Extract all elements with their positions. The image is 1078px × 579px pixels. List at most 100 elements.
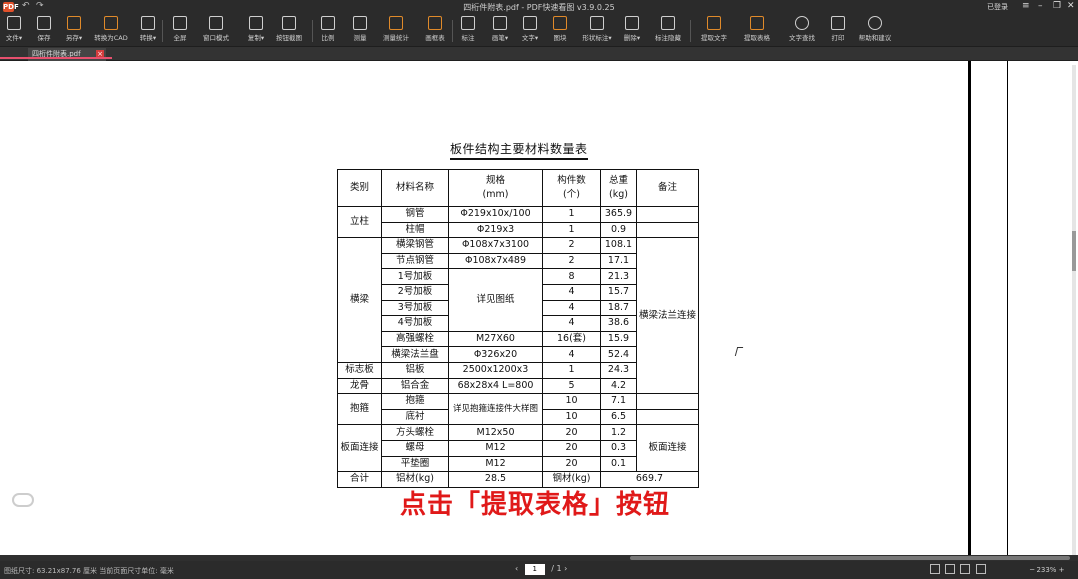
toolbar-separator (162, 20, 163, 42)
tool-eraser-button[interactable]: 删除▾ (614, 16, 650, 47)
zoom-control[interactable]: ─ 233% + (1030, 566, 1065, 574)
remark-cell (636, 206, 699, 223)
tool-label: 标注隐藏 (655, 34, 681, 42)
vertical-scrollbar[interactable] (1072, 65, 1076, 555)
tool-annotate-button[interactable]: 标注 (450, 16, 486, 47)
active-tab-indicator (0, 57, 112, 59)
watermark-text: 大数跨境 (38, 490, 106, 510)
weight-cell: 7.1 (600, 393, 637, 410)
minimize-icon[interactable]: – (1038, 1, 1043, 11)
document-tab[interactable]: 四桁件附表.pdf × (28, 48, 106, 61)
fit-page-icon[interactable] (945, 564, 956, 574)
app-window: PDF ↶ ↷ 四桁件附表.pdf - PDF快速看图 v3.9.0.25 已登… (0, 0, 1078, 579)
tool-ruler-button[interactable]: 比例 (310, 16, 346, 47)
tool-hide-annotation-button[interactable]: 标注隐藏 (650, 16, 686, 47)
next-page-icon[interactable]: › (564, 564, 567, 573)
tool-extract-text-button[interactable]: 提取文字 (696, 16, 732, 47)
tool-label: 窗口模式 (203, 34, 229, 42)
tool-measure-stats-button[interactable]: 测量统计 (378, 16, 414, 47)
category-cell: 标志板 (337, 361, 382, 379)
menu-icon[interactable]: ≡ (1022, 1, 1030, 11)
material-name-cell: 1号加板 (381, 268, 449, 285)
category-cell: 横梁 (337, 237, 382, 363)
document-title: 板件结构主要材料数量表 (450, 140, 588, 160)
tool-label: 文字查找 (789, 34, 815, 42)
header-remark: 备注 (636, 169, 699, 207)
tool-extract-table-button[interactable]: 提取表格 (739, 16, 775, 47)
category-cell: 板面连接 (337, 424, 382, 473)
total-label-cell: 合计 (337, 471, 382, 488)
spec-cell: Φ326x20 (448, 346, 543, 363)
tool-label: 画框表 (425, 34, 445, 42)
header-material: 材料名称 (381, 169, 449, 207)
tool-print-button[interactable]: 打印 (820, 16, 856, 47)
horizontal-scroll-thumb[interactable] (630, 556, 1070, 560)
category-cell: 抱箍 (337, 393, 382, 426)
table-row: 柱帽 Φ219x3 1 0.9 (338, 221, 699, 239)
fullscreen-icon (173, 16, 187, 30)
material-name-cell: 铝合金 (381, 377, 449, 395)
fit-width-icon[interactable] (930, 564, 940, 574)
login-status[interactable]: 已登录 (987, 2, 1008, 12)
header-count: 构件数 (个) (542, 169, 601, 207)
header-category: 类别 (337, 169, 382, 207)
close-window-icon[interactable]: ✕ (1067, 1, 1075, 11)
pager: ‹ 1 / 1 › (515, 564, 567, 575)
tool-fullscreen-button[interactable]: 全屏 (162, 16, 198, 47)
window-mode-icon (209, 16, 223, 30)
measure-icon (353, 16, 367, 30)
watermark: 大数跨境 (12, 485, 106, 510)
tool-frame-table-button[interactable]: 画框表 (417, 16, 453, 47)
tool-label: 测量 (353, 34, 367, 42)
single-page-icon[interactable] (960, 564, 971, 574)
tool-convert-button[interactable]: 转换▾ (130, 16, 166, 47)
count-cell: 5 (542, 377, 601, 395)
tool-label: 复制▾ (247, 34, 265, 42)
page-number-input[interactable]: 1 (524, 564, 545, 575)
tool-blocks-button[interactable]: 图块 (542, 16, 578, 47)
ruler-icon (321, 16, 335, 30)
restore-icon[interactable]: ❐ (1053, 1, 1061, 11)
spec-merged-cell: 详见图纸 (448, 268, 543, 332)
tool-screenshot-button[interactable]: 按钮截图 (271, 16, 307, 47)
ribbon-toolbar: 文件▾ 保存 另存▾ 转换为CAD 转换▾ 全屏 窗口模式 复制▾ 按钮截图 比例 测量 测量统计 画框… (0, 14, 1078, 47)
tool-measure-button[interactable]: 测量 (342, 16, 378, 47)
spec-cell: M27X60 (448, 330, 543, 348)
prev-page-icon[interactable]: ‹ (515, 564, 518, 573)
remark-cell: 板面连接 (636, 424, 699, 473)
convert-cad-icon (104, 16, 118, 30)
tool-label: 按钮截图 (276, 34, 302, 42)
spec-cell: M12 (448, 455, 543, 473)
rotate-icon[interactable] (975, 564, 986, 574)
material-name-cell: 3号加板 (381, 299, 449, 317)
weight-cell: 108.1 (600, 237, 637, 254)
tool-convert-cad-button[interactable]: 转换为CAD (93, 16, 129, 47)
tool-help-button[interactable]: 帮助和建议 (857, 16, 893, 47)
toolbar-separator (452, 20, 453, 42)
count-cell: 1 (542, 361, 601, 379)
blocks-icon (553, 16, 567, 30)
vertical-scroll-thumb[interactable] (1072, 231, 1076, 271)
materials-table: 类别 材料名称 规格 (mm) 构件数 (个) 总重 (kg) 备注 立柱 钢管 Φ219… (337, 169, 699, 488)
material-name-cell: 铝板 (381, 361, 449, 379)
spec-cell: Φ219x3 (448, 221, 543, 239)
status-info: 图纸尺寸: 63.21x87.76 厘米 当前页面尺寸单位: 毫米 (4, 567, 174, 575)
view-mode-icons (930, 564, 989, 574)
tool-search-text-button[interactable]: 文字查找 (784, 16, 820, 47)
tool-save-as-button[interactable]: 另存▾ (56, 16, 92, 47)
status-bar: 图纸尺寸: 63.21x87.76 厘米 当前页面尺寸单位: 毫米 ‹ 1 / … (0, 561, 1078, 579)
material-name-cell: 横梁钢管 (381, 237, 449, 254)
count-cell: 4 (542, 315, 601, 332)
count-cell: 2 (542, 252, 601, 270)
tool-shape-annotate-button[interactable]: 形状标注▾ (579, 16, 615, 47)
spec-cell: 2500x1200x3 (448, 361, 543, 379)
tool-window-mode-button[interactable]: 窗口模式 (198, 16, 234, 47)
tool-copy-button[interactable]: 复制▾ (238, 16, 274, 47)
count-cell: 20 (542, 424, 601, 441)
material-name-cell: 横梁法兰盘 (381, 346, 449, 363)
count-cell: 4 (542, 299, 601, 317)
count-cell: 1 (542, 221, 601, 239)
table-row: 板面连接 方头螺栓 M12x50 20 1.2 板面连接 (337, 424, 699, 473)
table-row: 立柱 钢管 Φ219x10x/100 1 365.9 (337, 205, 699, 239)
tool-label: 转换▾ (139, 34, 157, 42)
